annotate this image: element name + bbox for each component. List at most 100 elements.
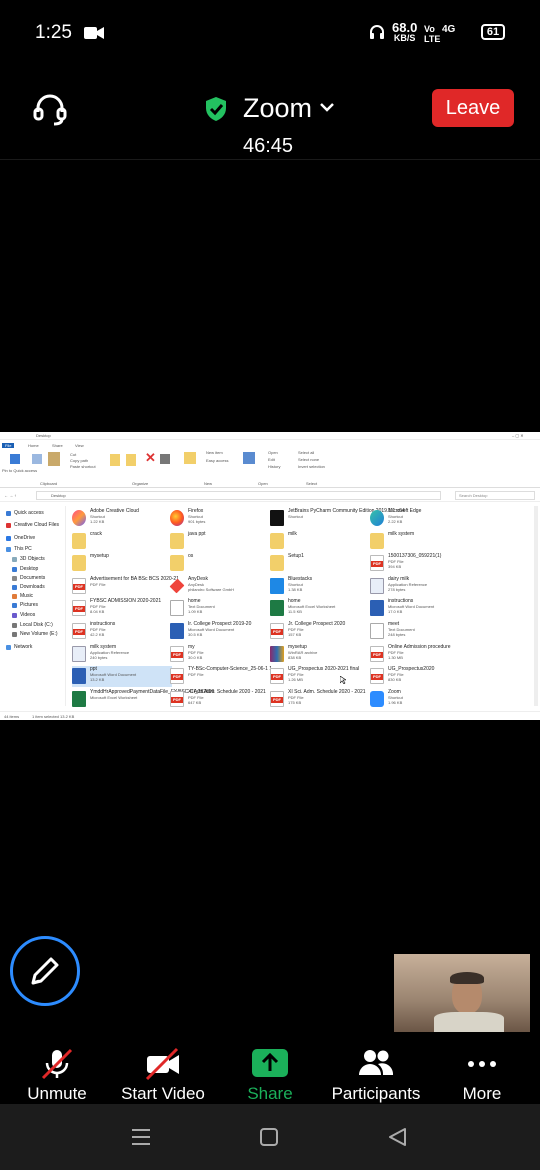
copy-to-icon[interactable] [126, 454, 136, 466]
nav-item-icon [6, 510, 11, 516]
file-item[interactable]: Ir. College Prospect 2019-20 Microsoft Wo… [170, 621, 270, 642]
file-item[interactable]: FYBSC ADMISSION 2020-2021PDF File8.04 KB [72, 598, 172, 619]
nav-item[interactable]: New Volume (E:) [12, 631, 58, 637]
file-item[interactable]: milk system [370, 531, 470, 552]
nav-item[interactable]: Desktop [12, 566, 38, 572]
file-item[interactable]: java ppt [170, 531, 270, 552]
ribbon-copy-path[interactable]: Copy path [70, 458, 88, 463]
nav-item[interactable]: Videos [12, 612, 35, 618]
nav-item[interactable]: OneDrive [6, 535, 35, 541]
file-item[interactable]: Zoom Shortcut 1.96 KB [370, 689, 470, 710]
file-item[interactable]: home Text Document 1.09 KB [170, 598, 270, 619]
move-to-icon[interactable] [110, 454, 120, 466]
ribbon-select-none[interactable]: Select none [298, 457, 319, 462]
file-item[interactable]: Online Admission procedurePDF File1.30 M… [370, 644, 470, 665]
file-item[interactable]: ppt Microsoft Word Document 13.2 KB [72, 666, 172, 688]
ribbon-paste-shortcut[interactable]: Paste shortcut [70, 464, 96, 469]
search-box[interactable]: Search Desktop [455, 491, 535, 500]
window-controls[interactable]: – ▢ ✕ [512, 433, 524, 438]
file-item[interactable]: Firefox Shortcut 901 bytes [170, 508, 270, 529]
group-new: New [204, 481, 213, 486]
annotate-button[interactable] [10, 936, 80, 1006]
file-item[interactable]: XI Arts Adm. Schedule 2020 - 2021PDF Fil… [170, 689, 270, 710]
file-item[interactable]: mysetup WinRAR archive 838 KB [270, 644, 370, 665]
file-item[interactable]: 1500137306_059221(1)PDF File394 KB [370, 553, 470, 574]
file-item[interactable]: instructionsPDF File42.2 KB [72, 621, 172, 642]
file-item[interactable]: milk system Application Reference 240 byte… [72, 644, 172, 665]
xls-file-icon [72, 690, 86, 707]
file-item[interactable]: milk [270, 531, 370, 552]
copy-icon[interactable] [32, 454, 42, 464]
nav-item-icon [12, 575, 17, 581]
file-item[interactable]: myPDF File30.0 KB [170, 644, 270, 665]
participants-button[interactable]: Participants [326, 1038, 426, 1104]
share-button[interactable]: Share [234, 1038, 306, 1104]
file-item[interactable]: Microsoft Edge Shortcut 2.22 KB [370, 508, 470, 529]
nav-item[interactable]: Documents [12, 575, 45, 581]
ribbon-edit[interactable]: Edit [268, 457, 275, 462]
file-item[interactable]: os [170, 553, 270, 574]
nav-item[interactable]: Pictures [12, 602, 38, 608]
ribbon-pin[interactable]: Pin to Quick access [2, 468, 37, 473]
nav-item[interactable]: Music [12, 593, 33, 599]
nav-arrows-icon[interactable]: ← → ↑ [4, 493, 16, 498]
file-item[interactable]: Adobe Creative Cloud Shortcut 1.22 KB [72, 508, 172, 529]
file-item[interactable]: instructions Microsoft Word Document 17.0 … [370, 598, 470, 619]
file-item[interactable]: home Microsoft Excel Worksheet 11.5 KB [270, 598, 370, 619]
unmute-button[interactable]: Unmute [14, 1038, 100, 1104]
file-item[interactable]: JetBrains PyCharm Community Edition 2019… [270, 508, 405, 529]
address-bar[interactable]: Desktop [36, 491, 441, 500]
start-video-button[interactable]: Start Video [114, 1038, 212, 1104]
meeting-toolbar: Unmute Start Video Share Participants Mo… [0, 1038, 540, 1104]
file-item[interactable]: Bluestacks Shortcut 1.38 KB [270, 576, 370, 597]
ribbon-history[interactable]: History [268, 464, 280, 469]
more-button[interactable]: More [446, 1038, 518, 1104]
nav-item[interactable]: Network [6, 644, 32, 650]
file-item[interactable]: XI Sci. Adm. Schedule 2020 - 2021PDF Fil… [270, 689, 370, 710]
back-icon[interactable] [387, 1127, 407, 1147]
file-item[interactable]: YmddHrApprovedPaymentDataFile_FY.BSC-CI_… [72, 689, 214, 710]
chevron-down-icon[interactable] [318, 98, 336, 116]
nav-item[interactable]: Quick access [6, 510, 44, 516]
ribbon-cut[interactable]: Cut [70, 452, 76, 457]
delete-icon[interactable]: ✕ [145, 450, 156, 466]
file-item[interactable]: UG_Prospectus2020PDF File830 KB [370, 666, 470, 687]
file-item[interactable]: AnyDesk AnyDesk philandro Software GmbH [169, 576, 270, 597]
leave-button[interactable]: Leave [432, 89, 514, 127]
file-item[interactable]: mysetup [72, 553, 172, 574]
file-item[interactable]: dairy milk Application Reference 278 bytes [370, 576, 470, 597]
file-item[interactable]: crack [72, 531, 172, 552]
new-folder-icon[interactable] [184, 452, 196, 464]
pin-icon[interactable] [10, 454, 20, 464]
app-file-icon [370, 577, 384, 594]
paste-icon[interactable] [48, 452, 60, 466]
meeting-title[interactable]: Zoom [243, 93, 312, 124]
participant-video-thumbnail[interactable] [394, 954, 530, 1032]
nav-item[interactable]: This PC [6, 546, 32, 552]
doc-file-icon [170, 623, 184, 639]
properties-icon[interactable] [243, 452, 255, 464]
ribbon-open[interactable]: Open [268, 450, 278, 455]
file-item[interactable]: Jr. College Prospect 2020PDF File157 KB [270, 621, 370, 642]
recent-apps-icon[interactable] [131, 1128, 151, 1146]
nav-item[interactable]: Local Disk (C:) [12, 622, 53, 628]
nav-item[interactable]: Creative Cloud Files [6, 522, 59, 528]
nav-item-label: Documents [20, 575, 46, 581]
nav-item[interactable]: 3D Objects [12, 556, 45, 562]
file-item[interactable]: UG_Prospectus 2020-2021 finalPDF File1.2… [270, 666, 370, 687]
ribbon-new-item[interactable]: New item [206, 450, 223, 455]
scrollbar[interactable] [534, 506, 538, 706]
zoom-file-icon [370, 690, 384, 707]
rename-icon[interactable] [160, 454, 170, 464]
file-item[interactable]: TY-BSc-Computer-Science_25-06-1 1PDF Fil… [170, 666, 272, 687]
home-icon[interactable] [260, 1128, 278, 1146]
ribbon-select-all[interactable]: Select all [298, 450, 314, 455]
ribbon-invert-selection[interactable]: Invert selection [298, 464, 325, 469]
ribbon-easy-access[interactable]: Easy access [206, 458, 228, 463]
file-item[interactable]: Advertisement for BA BSc BCS 2020-21PDF … [72, 576, 179, 597]
nav-item[interactable]: Downloads [12, 584, 45, 590]
audio-headset-icon[interactable] [32, 92, 68, 128]
file-item[interactable]: meet Text Document 248 bytes [370, 621, 470, 642]
file-item[interactable]: Setup1 [270, 553, 370, 574]
file-type: Microsoft Excel Worksheet [90, 694, 138, 700]
